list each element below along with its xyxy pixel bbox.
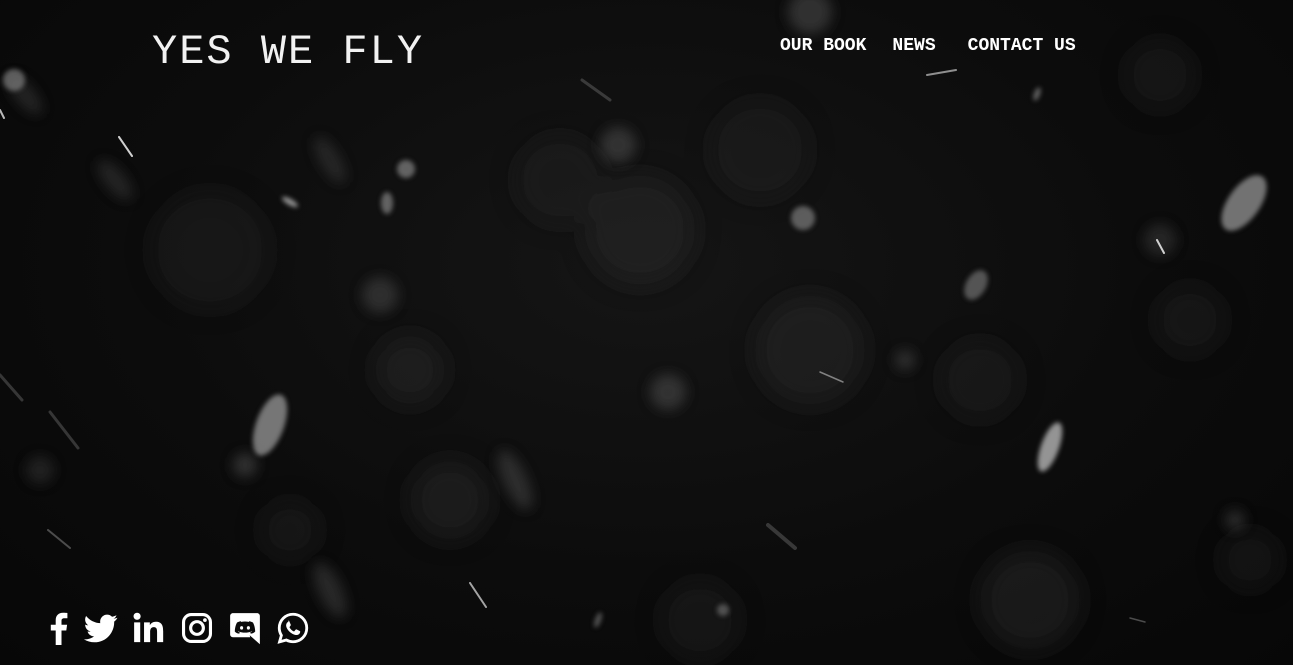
facebook-link[interactable] xyxy=(46,611,70,645)
nav-link-contact-us[interactable]: CONTACT US xyxy=(968,35,1076,57)
instagram-link[interactable] xyxy=(180,611,214,645)
social-links xyxy=(46,611,324,645)
nav-link-our-book[interactable]: OUR BOOK xyxy=(780,35,866,57)
discord-icon xyxy=(230,613,260,645)
linkedin-icon xyxy=(133,612,164,643)
instagram-icon xyxy=(181,612,213,644)
twitter-icon xyxy=(84,614,118,643)
snow-background xyxy=(0,0,1280,660)
hero-page: YES WE FLY OUR BOOK NEWS CONTACT US xyxy=(0,0,1293,665)
site-logo[interactable]: YES WE FLY xyxy=(152,28,424,76)
nav-link-news[interactable]: NEWS xyxy=(892,35,935,57)
facebook-icon xyxy=(50,612,68,645)
twitter-link[interactable] xyxy=(84,611,118,645)
discord-link[interactable] xyxy=(228,611,262,645)
whatsapp-link[interactable] xyxy=(276,611,310,645)
main-nav: OUR BOOK NEWS CONTACT US xyxy=(780,35,1076,57)
linkedin-link[interactable] xyxy=(132,611,166,645)
whatsapp-icon xyxy=(277,612,309,644)
